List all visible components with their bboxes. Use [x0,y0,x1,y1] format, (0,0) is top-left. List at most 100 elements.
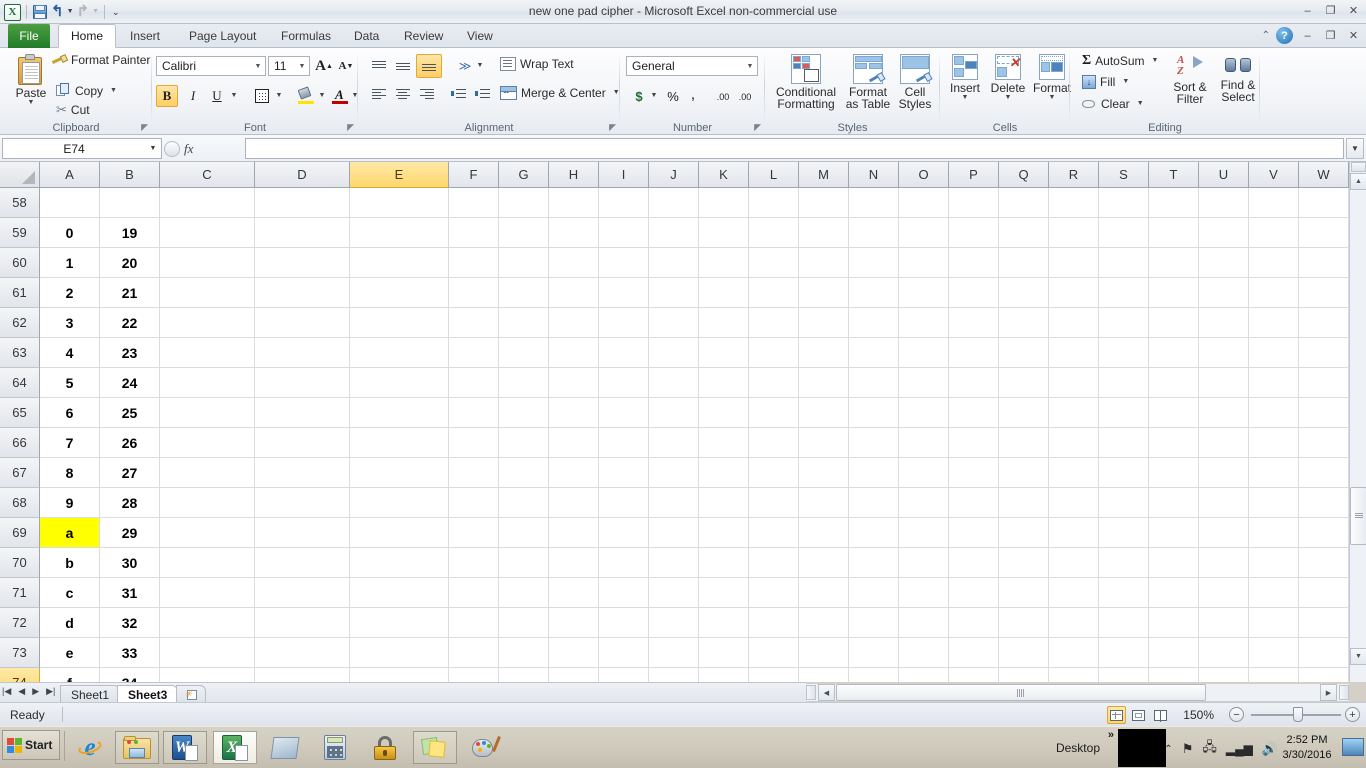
row-header-58[interactable]: 58 [0,188,40,218]
horizontal-split-handle[interactable] [1339,685,1349,700]
cell-O60[interactable] [899,248,949,277]
cell-M58[interactable] [799,188,849,217]
help-icon[interactable]: ? [1276,27,1293,44]
cell-P68[interactable] [949,488,999,517]
cell-S67[interactable] [1099,458,1149,487]
cell-B61[interactable]: 21 [100,278,160,307]
find-select-button[interactable]: Find & Select [1214,54,1262,103]
row-header-70[interactable]: 70 [0,548,40,578]
cell-A72[interactable]: d [40,608,100,637]
cell-W62[interactable] [1299,308,1349,337]
cell-C74[interactable] [160,668,255,682]
cell-W69[interactable] [1299,518,1349,547]
cell-I61[interactable] [599,278,649,307]
cell-U65[interactable] [1199,398,1249,427]
cell-D67[interactable] [255,458,350,487]
cell-R68[interactable] [1049,488,1099,517]
first-sheet-icon[interactable]: |◀ [2,686,11,697]
cell-C67[interactable] [160,458,255,487]
cell-N72[interactable] [849,608,899,637]
wrap-text-button[interactable]: Wrap Text [500,57,574,71]
cell-M66[interactable] [799,428,849,457]
cell-F71[interactable] [449,578,499,607]
cell-I58[interactable] [599,188,649,217]
name-box-chevron-down-icon[interactable]: ▼ [145,145,161,152]
cell-F73[interactable] [449,638,499,667]
cell-H72[interactable] [549,608,599,637]
cell-B67[interactable]: 27 [100,458,160,487]
cell-I62[interactable] [599,308,649,337]
cell-L71[interactable] [749,578,799,607]
cell-L72[interactable] [749,608,799,637]
cell-O62[interactable] [899,308,949,337]
cell-F61[interactable] [449,278,499,307]
cell-R59[interactable] [1049,218,1099,247]
cell-B65[interactable]: 25 [100,398,160,427]
cell-P69[interactable] [949,518,999,547]
cell-D63[interactable] [255,338,350,367]
cell-C60[interactable] [160,248,255,277]
scroll-down-icon[interactable]: ▼ [1350,648,1366,665]
cell-U60[interactable] [1199,248,1249,277]
column-header-b[interactable]: B [100,162,160,188]
tab-data[interactable]: Data [345,24,388,48]
cell-D58[interactable] [255,188,350,217]
cell-C71[interactable] [160,578,255,607]
cell-K73[interactable] [699,638,749,667]
cell-Q71[interactable] [999,578,1049,607]
cell-E58[interactable] [350,188,449,217]
cell-D71[interactable] [255,578,350,607]
underline-dropdown-button[interactable]: ▼ [228,89,240,103]
cell-E63[interactable] [350,338,449,367]
cell-S74[interactable] [1099,668,1149,682]
cell-T59[interactable] [1149,218,1199,247]
cell-A68[interactable]: 9 [40,488,100,517]
cell-H67[interactable] [549,458,599,487]
cell-O66[interactable] [899,428,949,457]
cell-V60[interactable] [1249,248,1299,277]
cell-W71[interactable] [1299,578,1349,607]
cell-C63[interactable] [160,338,255,367]
cell-T60[interactable] [1149,248,1199,277]
cell-L64[interactable] [749,368,799,397]
cell-area[interactable]: 0 19 1 20 2 21 3 22 4 23 5 24 6 25 7 26 8 27 9 28 a 29 b 30 c 31 d… [40,188,1366,682]
cell-W66[interactable] [1299,428,1349,457]
column-header-a[interactable]: A [40,162,100,188]
cell-W73[interactable] [1299,638,1349,667]
cell-N60[interactable] [849,248,899,277]
zoom-level[interactable]: 150% [1183,708,1214,722]
show-desktop-button[interactable] [1342,738,1364,756]
cell-O67[interactable] [899,458,949,487]
font-name-chevron-down-icon[interactable]: ▼ [251,63,265,70]
tray-expand-icon[interactable]: » [1108,729,1114,741]
cell-A73[interactable]: e [40,638,100,667]
minimize-icon[interactable]: – [1299,3,1316,18]
cell-Q74[interactable] [999,668,1049,682]
clipboard-dialog-launcher-icon[interactable]: ◤ [141,122,148,133]
column-header-d[interactable]: D [255,162,350,188]
borders-button[interactable] [252,86,272,106]
cell-D72[interactable] [255,608,350,637]
cell-E72[interactable] [350,608,449,637]
cell-L61[interactable] [749,278,799,307]
cell-O69[interactable] [899,518,949,547]
cell-P74[interactable] [949,668,999,682]
merge-center-button[interactable]: Merge & Center ▼ [500,85,620,100]
cell-P70[interactable] [949,548,999,577]
cell-V74[interactable] [1249,668,1299,682]
cell-K63[interactable] [699,338,749,367]
cell-N74[interactable] [849,668,899,682]
cell-L65[interactable] [749,398,799,427]
cell-N59[interactable] [849,218,899,247]
cell-J63[interactable] [649,338,699,367]
row-header-63[interactable]: 63 [0,338,40,368]
cell-O59[interactable] [899,218,949,247]
cell-R71[interactable] [1049,578,1099,607]
cell-P67[interactable] [949,458,999,487]
sheet-tab-sheet1[interactable]: Sheet1 [60,685,121,703]
cell-R73[interactable] [1049,638,1099,667]
cell-G64[interactable] [499,368,549,397]
format-as-table-button[interactable]: Format as Table [843,54,893,110]
cell-J61[interactable] [649,278,699,307]
cell-N70[interactable] [849,548,899,577]
